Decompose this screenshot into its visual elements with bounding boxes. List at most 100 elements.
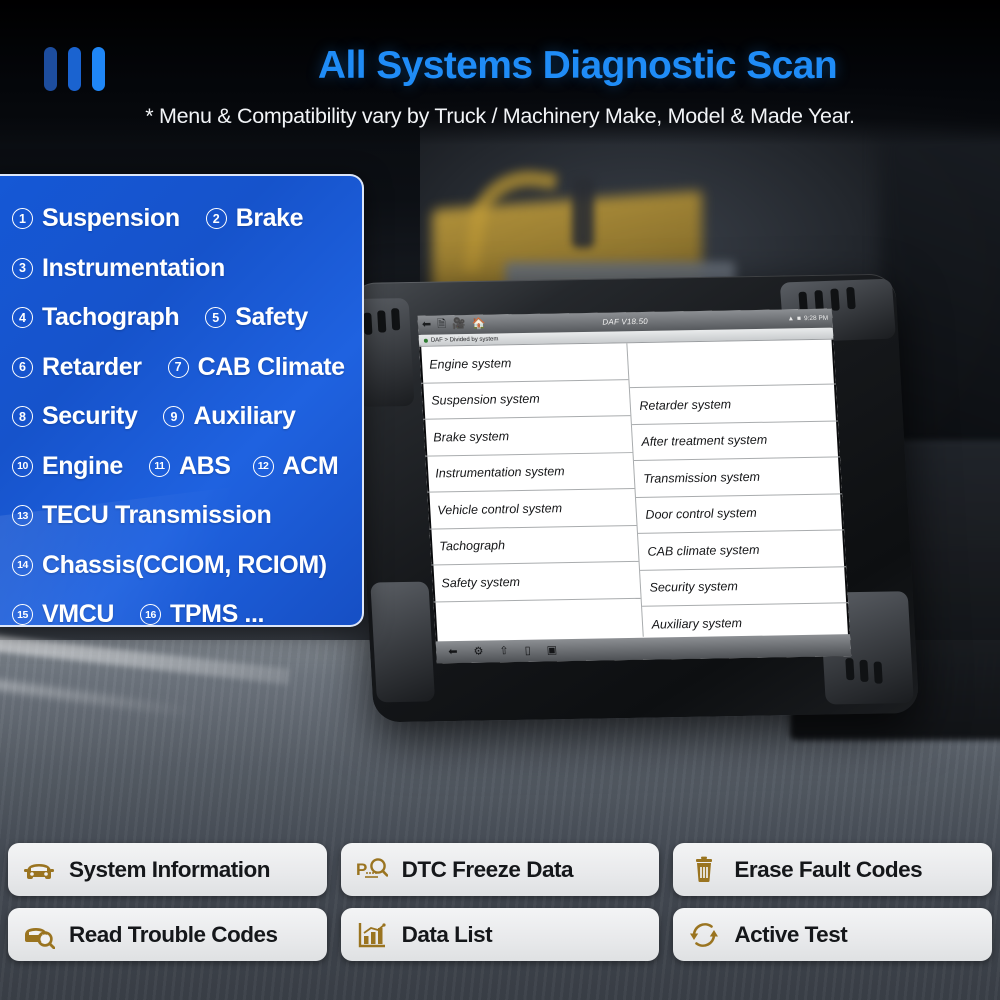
background-machine-exhaust <box>572 178 594 248</box>
systems-panel-item-label: Tachograph <box>42 303 180 332</box>
systems-panel-item: 8 Security <box>12 402 138 431</box>
system-list-item[interactable]: Instrumentation system <box>425 452 634 493</box>
system-list-item[interactable]: Transmission system <box>633 457 843 498</box>
systems-panel-item: 2 Brake <box>205 204 304 233</box>
system-list-item[interactable]: Suspension system <box>421 379 630 420</box>
systems-panel-item-label: Auxiliary <box>193 402 296 431</box>
system-list-item[interactable]: After treatment system <box>631 420 841 462</box>
system-list-item[interactable]: Door control system <box>635 493 845 534</box>
systems-panel-item-label: Retarder <box>42 352 142 381</box>
tablet-screen: ⬅ 🗎 🎥 🏠 DAF V18.50 ▲ ■ 9:28 PM DAF > Div… <box>417 308 852 664</box>
system-list-item[interactable]: Brake system <box>423 416 632 457</box>
function-button-label: Data List <box>401 921 493 947</box>
systems-panel-item: 6 Retarder <box>12 353 142 382</box>
trash-icon <box>687 855 721 885</box>
systems-panel-item: 12 ACM <box>252 451 339 481</box>
function-button-label: DTC Freeze Data <box>401 856 574 882</box>
systems-panel-row: 14 Chassis(CCIOM, RCIOM) <box>12 541 348 591</box>
systems-panel-item: 14 Chassis(CCIOM, RCIOM) <box>12 551 327 580</box>
svg-text:P: P <box>356 860 367 879</box>
car-magnifier-icon <box>22 920 56 950</box>
function-button-system-information[interactable]: System Information <box>8 843 327 896</box>
systems-panel-row: 3 Instrumentation <box>12 244 348 294</box>
function-button-data-list[interactable]: Data List <box>340 908 660 961</box>
home-icon[interactable]: ⇧ <box>499 645 509 657</box>
systems-panel: 1 Suspension 2 Brake 3 Instrumentation 4 Tachog… <box>0 174 364 627</box>
system-list-item[interactable]: Retarder system <box>629 384 839 425</box>
system-list-item[interactable]: Security system <box>639 566 849 607</box>
systems-panel-item-label: VMCU <box>42 600 115 627</box>
tablet-grip-bottom-left <box>370 581 436 703</box>
function-button-active-test[interactable]: Active Test <box>673 908 992 961</box>
systems-panel-item-number: 1 <box>12 208 33 230</box>
systems-panel-item-label: Engine <box>42 451 123 480</box>
systems-panel-item: 4 Tachograph <box>12 303 180 332</box>
dtc-magnifier-icon: P <box>355 855 389 885</box>
diagnostic-tablet: ⬅ 🗎 🎥 🏠 DAF V18.50 ▲ ■ 9:28 PM DAF > Div… <box>349 273 920 723</box>
systems-panel-row: 13 TECU Transmission <box>12 491 348 541</box>
systems-panel-item-label: Brake <box>235 204 304 233</box>
systems-panel-item: 16 TPMS ... <box>140 600 265 627</box>
systems-panel-item: 3 Instrumentation <box>12 254 225 283</box>
systems-panel-row: 1 Suspension 2 Brake <box>12 194 348 244</box>
systems-panel-item-number: 8 <box>12 406 33 428</box>
system-list-right-column: Retarder system After treatment system Tra… <box>626 339 851 644</box>
file-icon[interactable]: ▯ <box>524 644 531 656</box>
systems-panel-item-number: 13 <box>12 505 33 527</box>
car-front-icon <box>22 855 56 885</box>
function-button-label: Active Test <box>734 921 848 947</box>
systems-panel-row: 10 Engine 11 ABS 12 ACM <box>12 442 348 492</box>
breadcrumb-dot-icon <box>423 338 428 343</box>
systems-panel-item-label: TPMS ... <box>170 600 265 627</box>
function-button-grid: System Information P DTC Freeze Data Era… <box>8 843 992 961</box>
systems-panel-item-label: Security <box>42 402 138 431</box>
bar-chart-icon <box>355 920 389 950</box>
system-list-item[interactable]: Engine system <box>419 343 628 384</box>
function-button-read-trouble-codes[interactable]: Read Trouble Codes <box>8 908 327 961</box>
systems-panel-item-label: ABS <box>178 451 231 480</box>
system-list-item[interactable]: CAB climate system <box>637 530 847 571</box>
systems-panel-item-label: ACM <box>282 451 339 480</box>
systems-panel-item: 9 Auxiliary <box>163 402 296 431</box>
systems-panel-item-label: CAB Climate <box>197 352 345 381</box>
systems-panel-item: 11 ABS <box>148 451 231 481</box>
systems-panel-row: 15 VMCU 16 TPMS ... <box>12 590 348 627</box>
system-list-left-column: Engine system Suspension system Brake syst… <box>419 343 644 641</box>
systems-panel-item-number: 10 <box>12 455 33 477</box>
refresh-circle-icon <box>687 920 721 950</box>
systems-panel-item-number: 4 <box>12 307 33 329</box>
system-list-item[interactable]: Safety system <box>431 561 641 602</box>
system-list-item[interactable]: Vehicle control system <box>427 489 637 530</box>
system-list-item[interactable]: Tachograph <box>429 525 639 566</box>
systems-panel-item: 5 Safety <box>205 303 308 332</box>
function-button-label: Read Trouble Codes <box>69 921 278 947</box>
system-list: Engine system Suspension system Brake syst… <box>419 339 851 644</box>
system-list-spacer <box>626 339 836 389</box>
systems-panel-item-label: Safety <box>235 303 308 332</box>
systems-panel-item: 7 CAB Climate <box>167 352 345 382</box>
function-button-dtc-freeze-data[interactable]: P DTC Freeze Data <box>340 843 660 896</box>
back-arrow-icon[interactable]: ⬅ <box>448 646 458 658</box>
systems-panel-item: 15 VMCU <box>12 600 115 627</box>
systems-panel-row: 8 Security 9 Auxiliary <box>12 392 348 442</box>
systems-panel-row: 4 Tachograph 5 Safety <box>12 293 348 343</box>
systems-panel-item: 10 Engine <box>12 452 123 481</box>
systems-panel-item-number: 6 <box>12 356 33 378</box>
systems-panel-item-number: 5 <box>205 307 227 329</box>
systems-panel-item: 13 TECU Transmission <box>12 501 272 530</box>
systems-panel-item: 1 Suspension <box>12 204 180 233</box>
systems-panel-item-label: Suspension <box>42 204 180 233</box>
page-title: All Systems Diagnostic Scan <box>317 44 838 87</box>
systems-panel-item-label: TECU Transmission <box>42 501 272 530</box>
function-button-label: System Information <box>69 856 271 882</box>
systems-panel-item-number: 2 <box>205 208 227 230</box>
systems-panel-item-number: 11 <box>148 455 170 477</box>
systems-panel-item-number: 9 <box>163 406 185 428</box>
function-button-erase-fault-codes[interactable]: Erase Fault Codes <box>673 843 992 896</box>
systems-panel-item-number: 3 <box>12 257 33 279</box>
screenshot-icon[interactable]: ▣ <box>546 644 557 656</box>
systems-panel-item-number: 12 <box>252 455 274 477</box>
function-button-label: Erase Fault Codes <box>734 856 923 882</box>
vci-icon[interactable]: ⚙ <box>473 645 484 657</box>
app-title: DAF V18.50 <box>602 316 649 327</box>
